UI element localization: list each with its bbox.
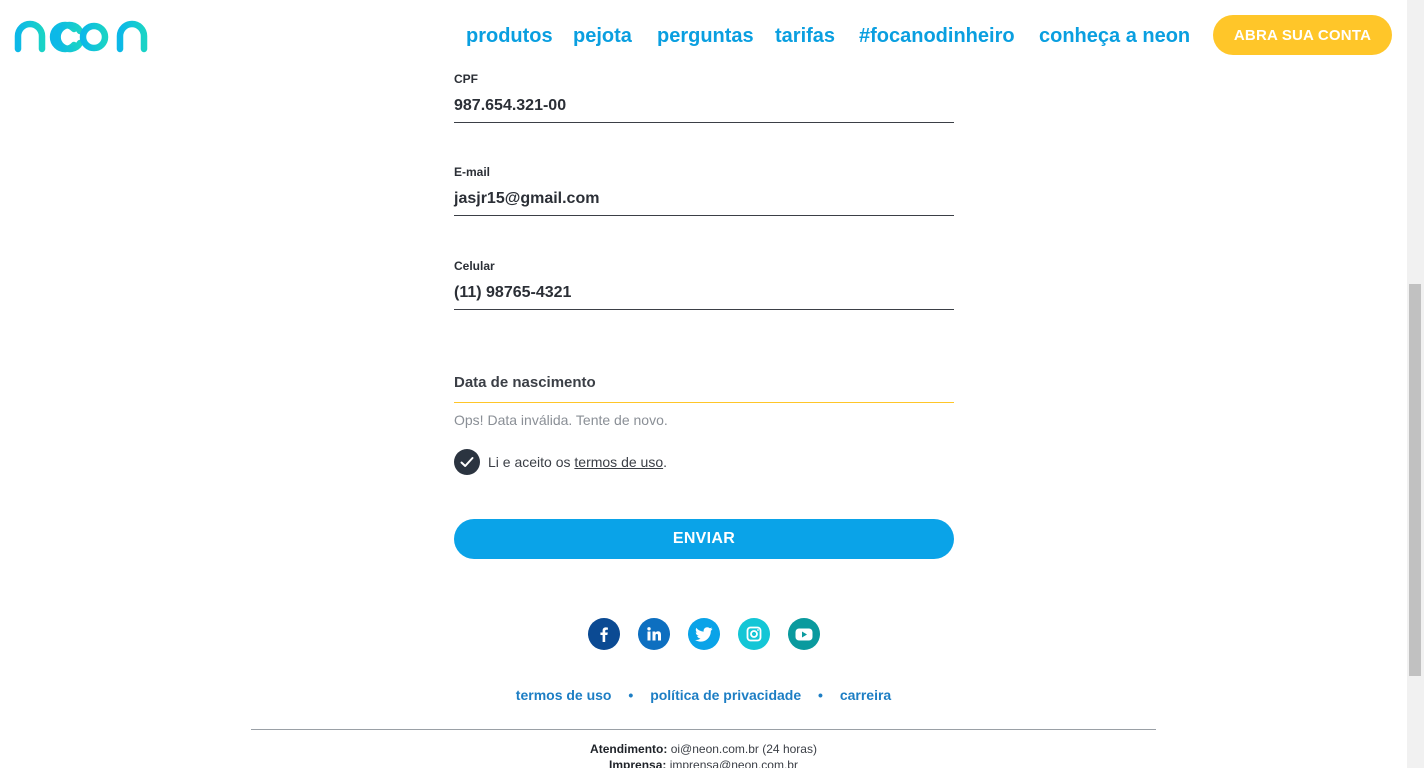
cpf-field[interactable]: CPF 987.654.321-00	[454, 72, 954, 123]
email-input[interactable]: jasjr15@gmail.com	[454, 189, 954, 211]
birthdate-input[interactable]: Data de nascimento	[454, 373, 954, 393]
scrollbar-thumb[interactable]	[1409, 284, 1421, 676]
facebook-icon[interactable]	[588, 618, 620, 650]
birthdate-field[interactable]: Data de nascimento	[454, 373, 954, 403]
phone-field[interactable]: Celular (11) 98765-4321	[454, 259, 954, 310]
check-icon	[460, 457, 474, 467]
nav-pejota[interactable]: pejota	[573, 24, 632, 48]
footer-divider	[251, 729, 1156, 730]
main-nav: produtos pejota perguntas tarifas #focan…	[0, 24, 1407, 48]
email-underline	[454, 215, 954, 216]
nav-conheca-a-neon[interactable]: conheça a neon	[1039, 24, 1190, 48]
birthdate-underline	[454, 402, 954, 403]
footer-contact: Atendimento: oi@neon.com.br (24 horas) I…	[0, 741, 1407, 768]
footer-links: termos de uso • política de privacidade …	[0, 687, 1407, 703]
phone-label: Celular	[454, 259, 495, 273]
email-field[interactable]: E-mail jasjr15@gmail.com	[454, 165, 954, 216]
social-links	[588, 618, 820, 650]
press-contact: Imprensa: imprensa@neon.com.br	[0, 757, 1407, 768]
support-contact: Atendimento: oi@neon.com.br (24 horas)	[590, 742, 817, 756]
email-label: E-mail	[454, 165, 491, 179]
footer-separator: •	[818, 687, 823, 703]
linkedin-icon[interactable]	[638, 618, 670, 650]
site-header: neon produtos pejota perguntas tarifas #…	[0, 0, 1407, 72]
footer-link-careers[interactable]: carreira	[840, 687, 891, 703]
twitter-icon[interactable]	[688, 618, 720, 650]
footer-link-terms[interactable]: termos de uso	[516, 687, 612, 703]
phone-underline	[454, 309, 954, 310]
youtube-icon[interactable]	[788, 618, 820, 650]
page: neon produtos pejota perguntas tarifas #…	[0, 0, 1424, 768]
open-account-button[interactable]: ABRA SUA CONTA	[1213, 15, 1392, 55]
cpf-underline	[454, 122, 954, 123]
press-email[interactable]: imprensa@neon.com.br	[670, 758, 798, 768]
footer-separator: •	[628, 687, 634, 703]
instagram-icon[interactable]	[738, 618, 770, 650]
terms-checkbox[interactable]	[454, 449, 480, 475]
phone-input[interactable]: (11) 98765-4321	[454, 283, 954, 305]
footer-link-privacy[interactable]: política de privacidade	[650, 687, 801, 703]
cpf-label: CPF	[454, 72, 478, 86]
nav-produtos[interactable]: produtos	[466, 24, 553, 48]
birthdate-error-message: Ops! Data inválida. Tente de novo.	[454, 412, 668, 428]
submit-button[interactable]: ENVIAR	[454, 519, 954, 559]
nav-tarifas[interactable]: tarifas	[775, 24, 835, 48]
nav-focanodinheiro[interactable]: #focanodinheiro	[859, 24, 1015, 48]
cpf-input[interactable]: 987.654.321-00	[454, 96, 954, 118]
terms-row: Li e aceito os termos de uso.	[454, 449, 667, 475]
support-email[interactable]: oi@neon.com.br (24 horas)	[671, 742, 817, 756]
terms-link[interactable]: termos de uso	[574, 454, 663, 470]
nav-perguntas[interactable]: perguntas	[657, 24, 754, 48]
terms-label: Li e aceito os termos de uso.	[488, 454, 667, 470]
